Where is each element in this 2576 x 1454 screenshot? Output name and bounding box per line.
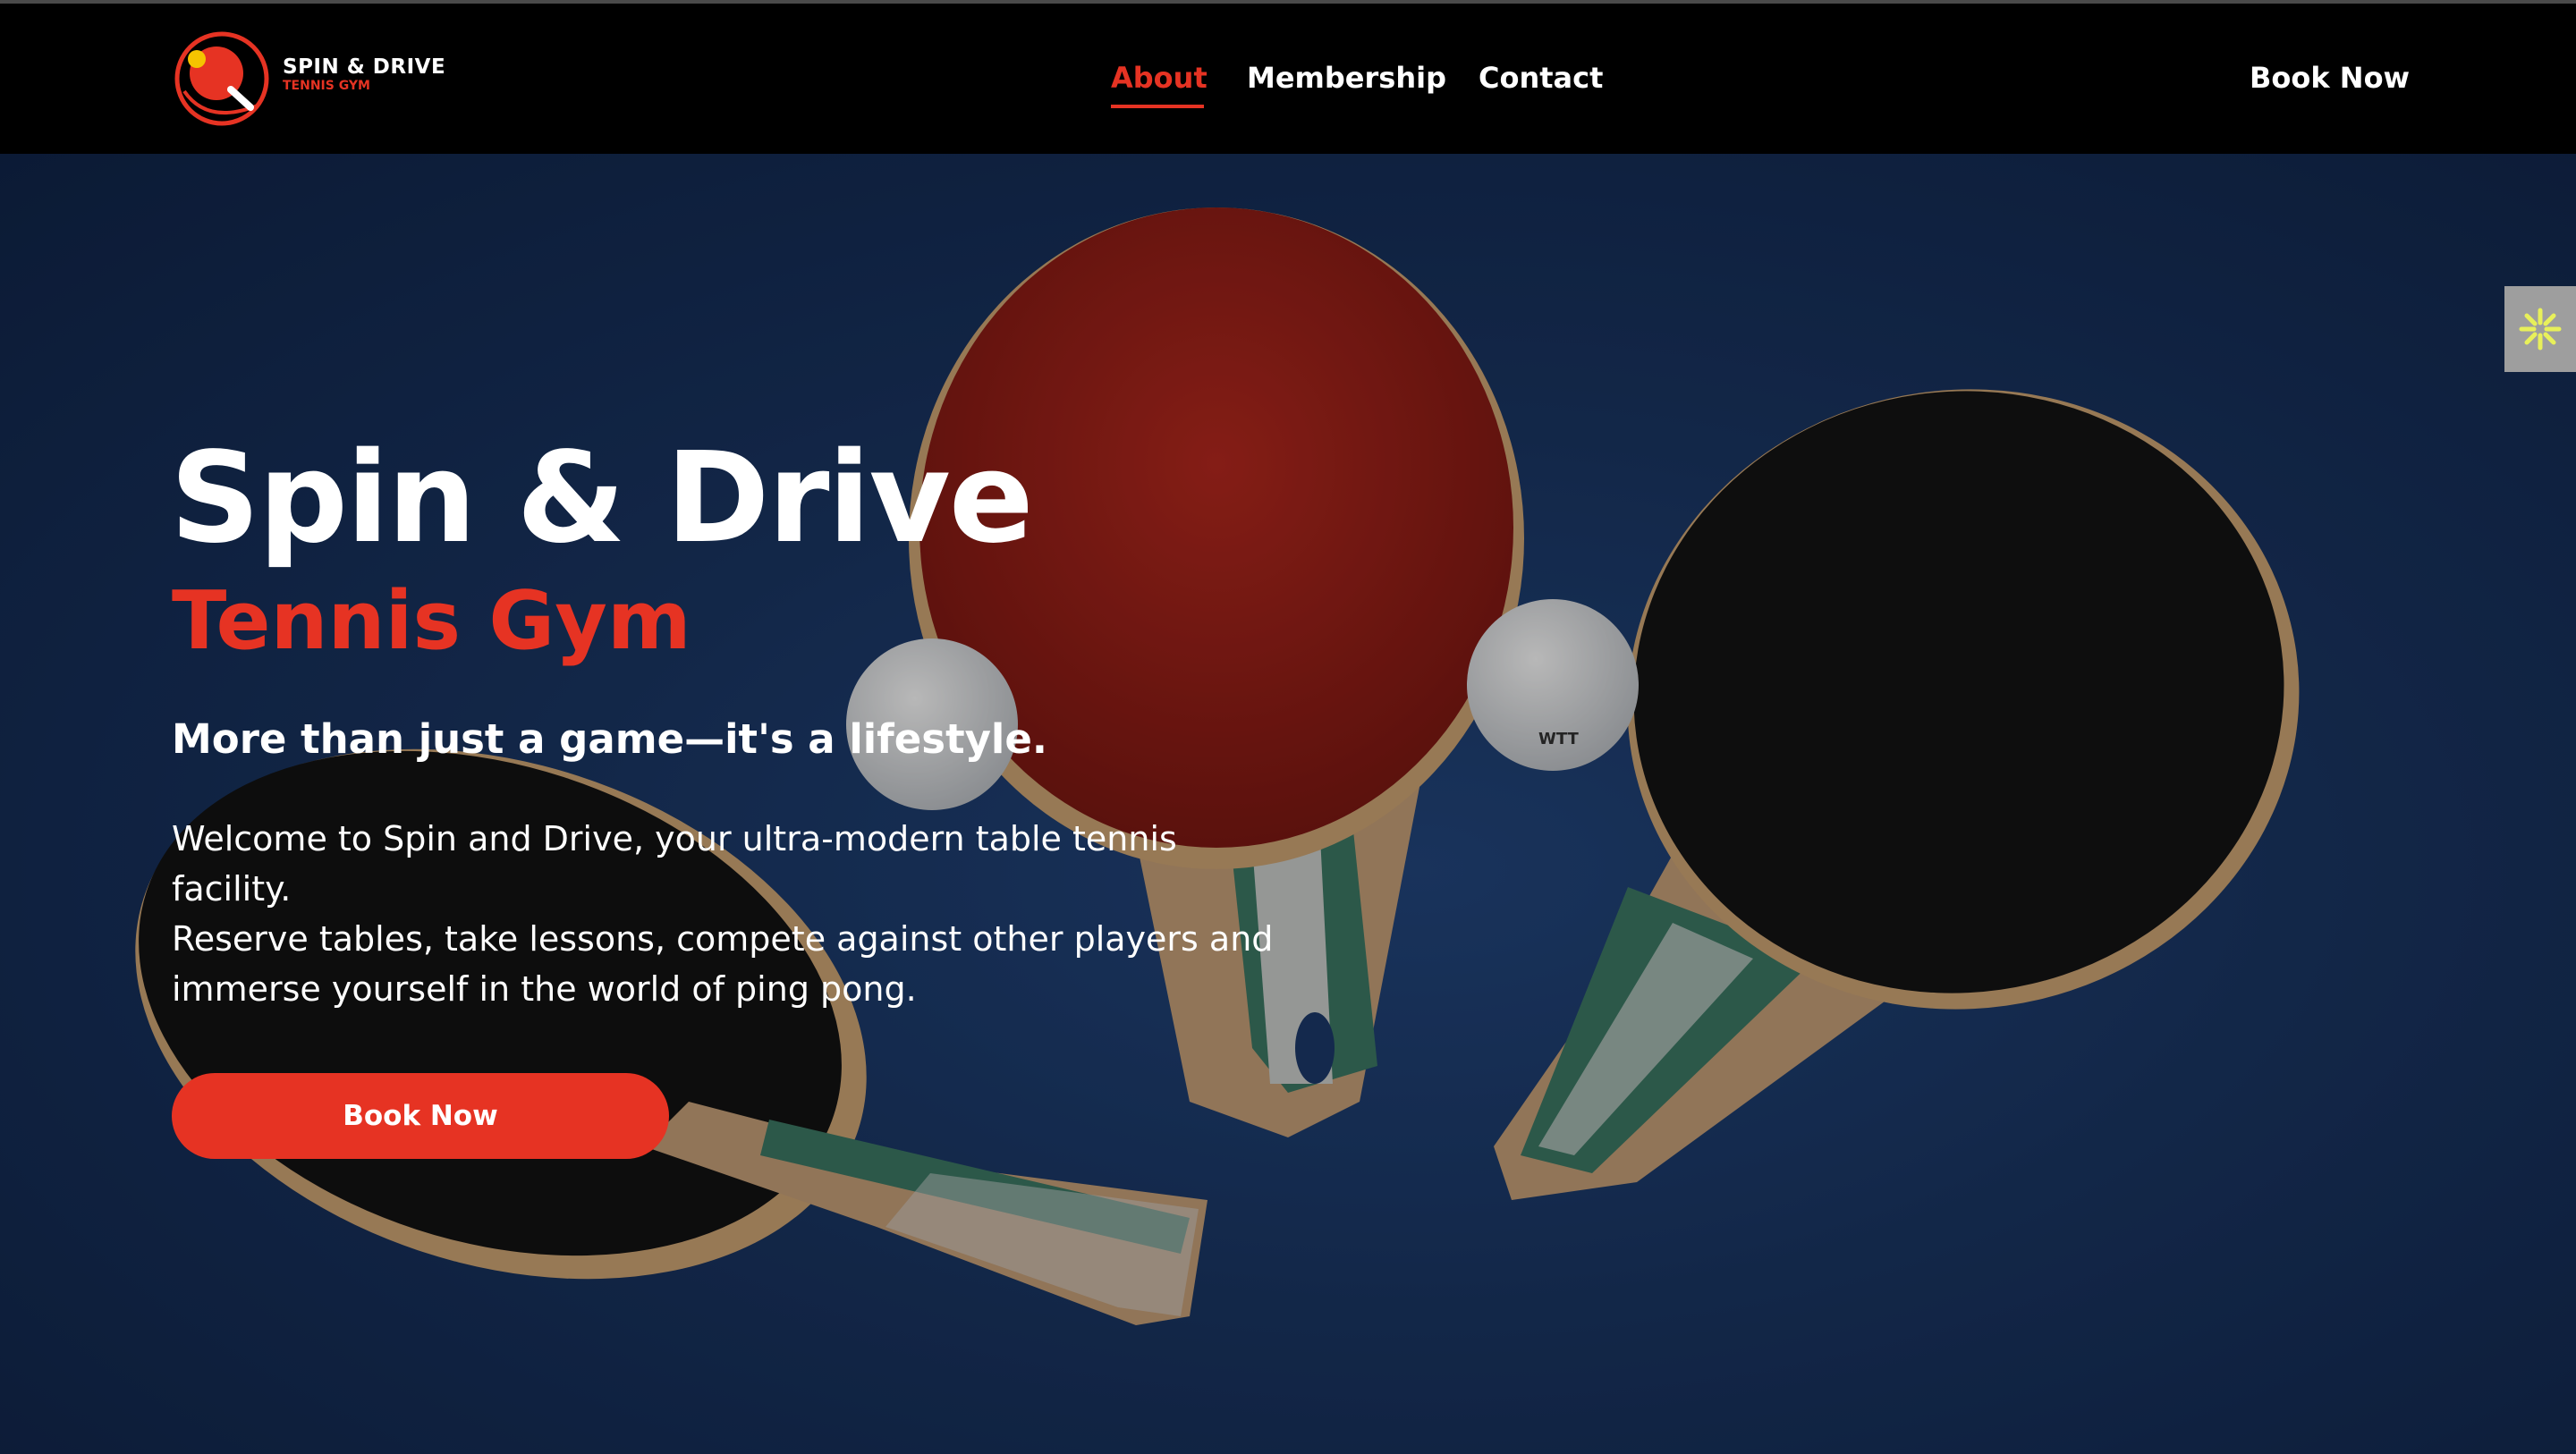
page: SPIN & DRIVE TENNIS GYM About Membership… — [0, 0, 2576, 1454]
header-book-now-button[interactable]: Book Now — [2250, 61, 2410, 95]
hero-description-line-2: Reserve tables, take lessons, compete ag… — [172, 919, 1274, 1009]
nav-item-membership[interactable]: Membership — [1247, 61, 1446, 95]
asterisk-icon — [2519, 308, 2562, 351]
nav-item-contact[interactable]: Contact — [1479, 61, 1603, 95]
hero-description-line-1: Welcome to Spin and Drive, your ultra-mo… — [172, 819, 1177, 909]
hero-subtitle: Tennis Gym — [172, 574, 691, 668]
side-widget-button[interactable] — [2504, 286, 2576, 372]
nav-active-indicator — [1111, 105, 1204, 108]
hero-book-now-button[interactable]: Book Now — [172, 1073, 669, 1159]
site-header: SPIN & DRIVE TENNIS GYM About Membership… — [0, 4, 2576, 154]
nav-item-about[interactable]: About — [1111, 61, 1208, 95]
brand-name: SPIN & DRIVE — [283, 55, 446, 79]
hero-title: Spin & Drive — [170, 426, 1034, 571]
hero-dark-overlay — [0, 154, 2576, 1454]
hero-description: Welcome to Spin and Drive, your ultra-mo… — [172, 814, 1281, 1014]
brand-logo[interactable]: SPIN & DRIVE TENNIS GYM — [172, 29, 467, 129]
hero-section: WTT Spin & Drive Tennis Gym More than ju… — [0, 154, 2576, 1454]
hero-tagline: More than just a game—it's a lifestyle. — [172, 715, 1047, 763]
brand-subname: TENNIS GYM — [283, 79, 370, 93]
ping-pong-paddle-icon — [174, 31, 269, 126]
